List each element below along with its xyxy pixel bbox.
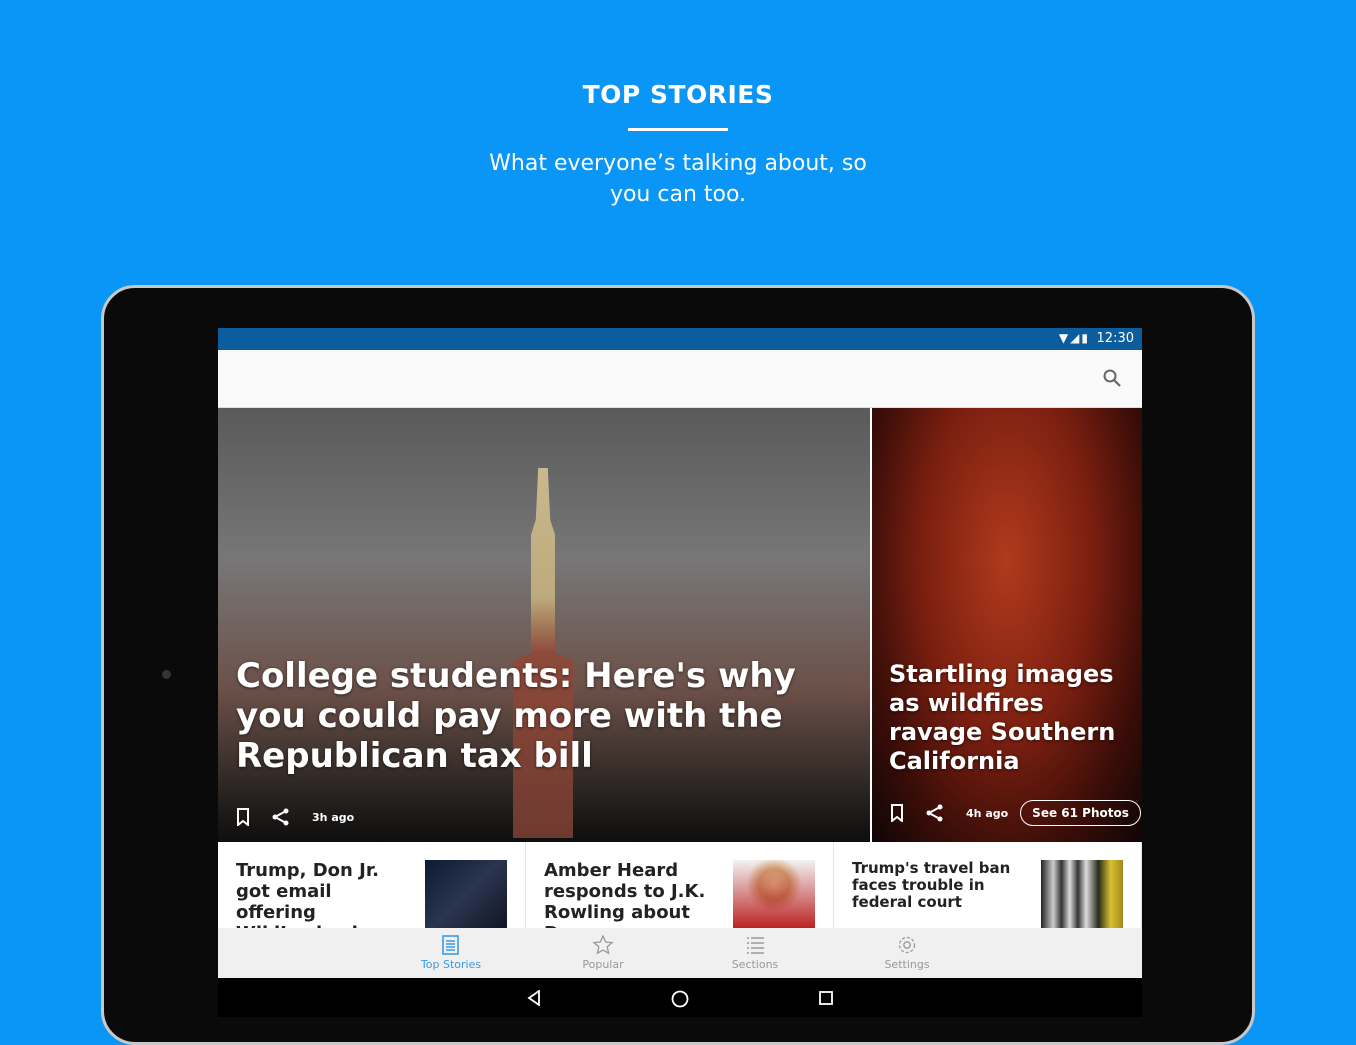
story-cards: Trump, Don Jr. got email offering WikiLe… bbox=[218, 842, 1142, 928]
bookmark-icon[interactable] bbox=[236, 808, 250, 826]
share-icon[interactable] bbox=[272, 808, 290, 826]
hero-story-main[interactable]: College students: Here's why you could p… bbox=[218, 408, 870, 842]
signal-icon: ◢ bbox=[1070, 331, 1082, 345]
hero-image bbox=[513, 468, 573, 838]
newspaper-icon bbox=[442, 935, 459, 955]
bottom-navigation: Top Stories Popular Sections Settings bbox=[218, 928, 1142, 978]
share-icon[interactable] bbox=[926, 804, 944, 822]
gear-icon bbox=[898, 936, 916, 954]
nav-sections[interactable]: Sections bbox=[710, 934, 800, 971]
hero-story-secondary[interactable]: Startling images as wildfires ravage Sou… bbox=[872, 408, 1142, 842]
promo-subtitle: What everyone’s talking about, so you ca… bbox=[489, 151, 867, 207]
see-photos-button[interactable]: See 61 Photos bbox=[1020, 800, 1141, 826]
promo-title: TOP STORIES bbox=[582, 80, 774, 109]
nav-popular[interactable]: Popular bbox=[558, 934, 648, 971]
status-bar: ▼◢▮ 12:30 bbox=[218, 328, 1142, 350]
nav-label: Popular bbox=[582, 958, 624, 971]
divider bbox=[628, 128, 728, 131]
card-thumbnail bbox=[1041, 860, 1123, 928]
search-icon[interactable] bbox=[1102, 368, 1122, 388]
hero-headline[interactable]: Startling images as wildfires ravage Sou… bbox=[889, 660, 1134, 776]
card-headline: Trump, Don Jr. got email offering WikiLe… bbox=[236, 860, 392, 928]
system-navigation bbox=[218, 978, 1142, 1017]
card-thumbnail bbox=[425, 860, 507, 928]
card-headline: Trump's travel ban faces trouble in fede… bbox=[852, 859, 1011, 911]
app-bar bbox=[218, 350, 1142, 408]
nav-top-stories[interactable]: Top Stories bbox=[406, 934, 496, 971]
card-headline: Amber Heard responds to J.K. Rowling abo… bbox=[544, 860, 706, 928]
nav-label: Top Stories bbox=[420, 958, 482, 971]
story-card[interactable]: Trump's travel ban faces trouble in fede… bbox=[834, 842, 1142, 928]
bookmark-icon[interactable] bbox=[890, 804, 904, 822]
story-card[interactable]: Trump, Don Jr. got email offering WikiLe… bbox=[218, 842, 526, 928]
status-icons: ▼◢▮ bbox=[1059, 331, 1090, 345]
camera bbox=[162, 670, 171, 679]
list-icon bbox=[747, 937, 764, 954]
app-screen: ▼◢▮ 12:30 College students: Here's why y… bbox=[218, 328, 1142, 1017]
home-icon[interactable] bbox=[671, 990, 689, 1012]
nav-label: Settings bbox=[884, 958, 930, 971]
clock: 12:30 bbox=[1096, 331, 1134, 346]
story-age: 3h ago bbox=[312, 810, 355, 824]
recents-icon[interactable] bbox=[818, 990, 834, 1010]
star-icon bbox=[592, 934, 614, 955]
card-thumbnail bbox=[733, 860, 815, 928]
nav-settings[interactable]: Settings bbox=[862, 934, 952, 971]
battery-icon: ▮ bbox=[1081, 331, 1090, 345]
story-age: 4h ago bbox=[966, 806, 1009, 820]
wifi-icon: ▼ bbox=[1058, 331, 1071, 345]
nav-label: Sections bbox=[731, 958, 779, 971]
back-icon[interactable] bbox=[526, 989, 542, 1010]
hero-headline[interactable]: College students: Here's why you could p… bbox=[236, 656, 856, 776]
story-card[interactable]: Amber Heard responds to J.K. Rowling abo… bbox=[526, 842, 834, 928]
